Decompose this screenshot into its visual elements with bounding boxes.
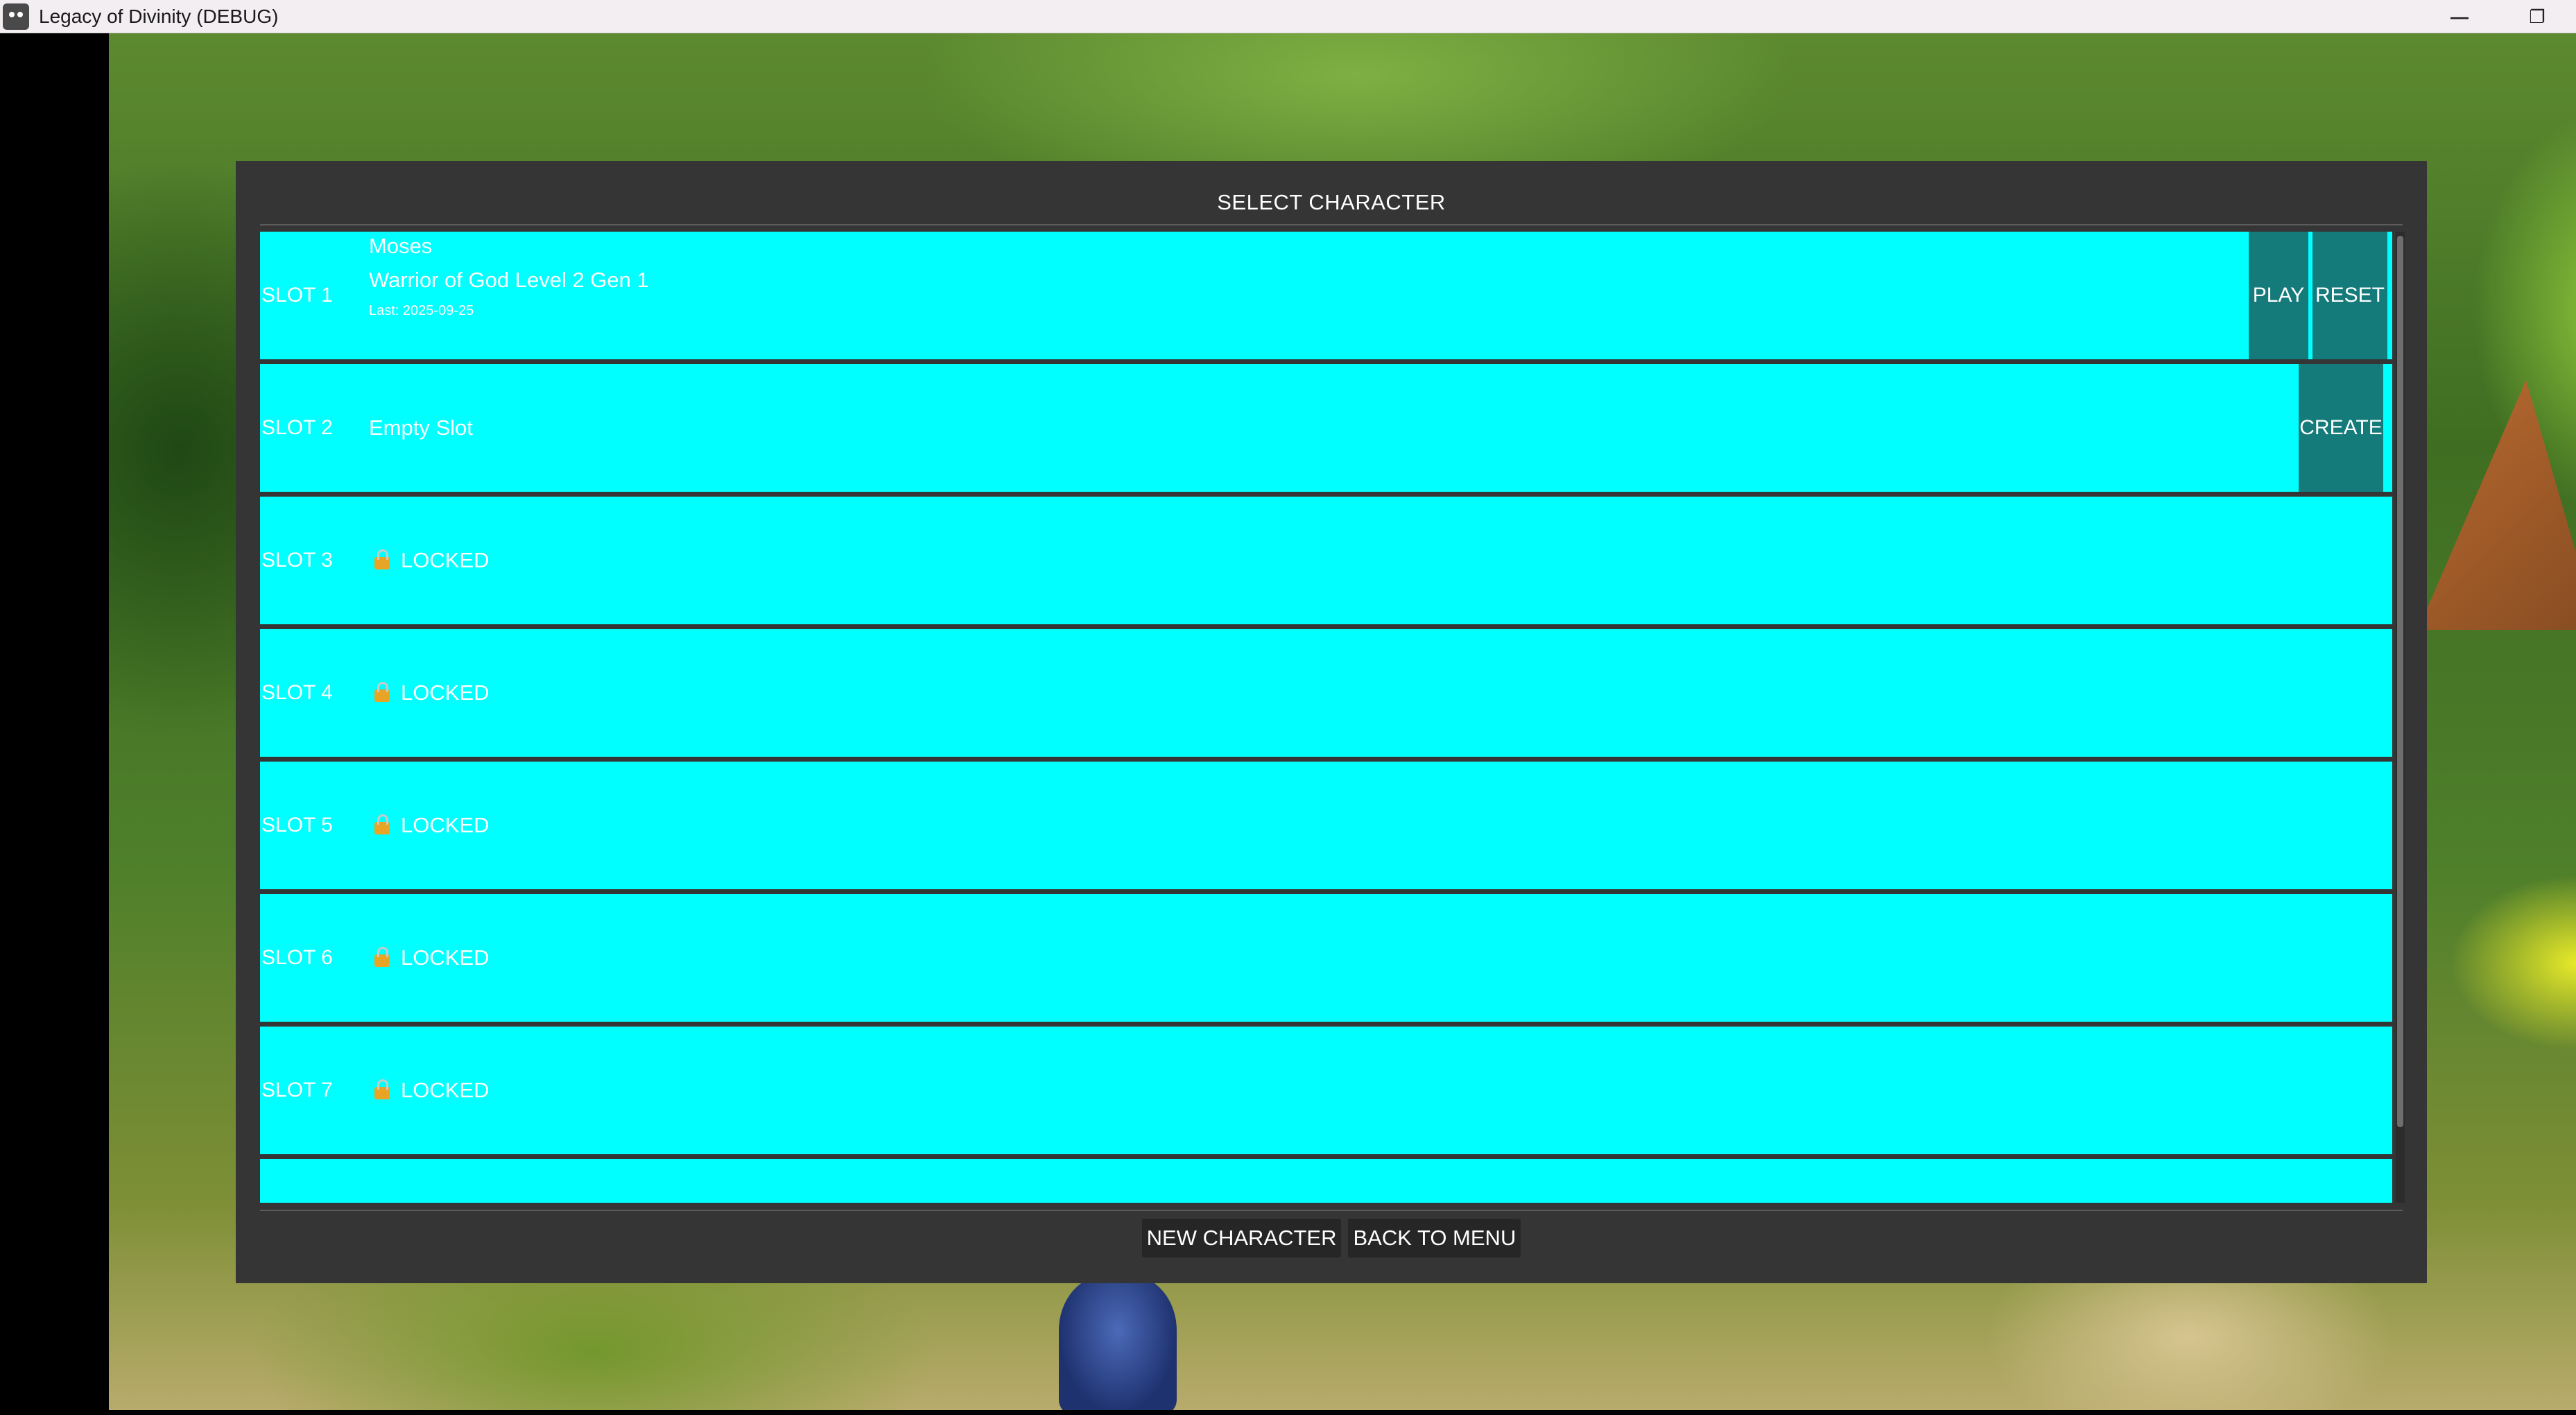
title-divider — [260, 224, 2403, 225]
window-title: Legacy of Divinity (DEBUG) — [39, 5, 279, 27]
slot-status: LOCKED — [369, 894, 489, 1022]
create-button[interactable]: CREATE — [2299, 364, 2383, 492]
slot-label: SLOT 1 — [261, 284, 333, 307]
locked-text: LOCKED — [401, 813, 490, 837]
reset-button[interactable]: RESET — [2313, 232, 2387, 359]
slot-status: LOCKED — [369, 497, 489, 624]
slot-status: Empty Slot — [369, 415, 473, 440]
slot-label: SLOT 6 — [261, 946, 333, 969]
slot-1[interactable]: SLOT 1 Moses Warrior of God Level 2 Gen … — [260, 232, 2392, 359]
window-controls: — ❐ — [2421, 0, 2576, 33]
scrollbar-thumb[interactable] — [2397, 236, 2403, 1127]
slot-label: SLOT 3 — [261, 549, 333, 572]
tent-scenery — [2418, 380, 2576, 630]
slot-label: SLOT 5 — [261, 814, 333, 837]
locked-text: LOCKED — [401, 945, 490, 970]
locked-text: LOCKED — [401, 548, 490, 572]
slot-list-scrollbar[interactable] — [2396, 232, 2405, 1203]
slot-status: LOCKED — [369, 762, 489, 889]
character-name: Moses — [369, 234, 433, 258]
lock-icon — [374, 549, 390, 569]
back-to-menu-button[interactable]: BACK TO MENU — [1348, 1219, 1521, 1258]
slot-label: SLOT 2 — [261, 416, 333, 439]
play-button[interactable]: PLAY — [2249, 232, 2308, 359]
last-played: Last: 2025-09-25 — [369, 303, 474, 318]
slot-4[interactable]: SLOT 4 LOCKED — [260, 629, 2392, 757]
slot-label: SLOT 7 — [261, 1079, 333, 1101]
slot-status: LOCKED — [369, 1027, 489, 1154]
character-class-level: Warrior of God Level 2 Gen 1 — [369, 268, 649, 292]
slot-list[interactable]: SLOT 1 Moses Warrior of God Level 2 Gen … — [260, 232, 2392, 1203]
app-icon — [3, 3, 29, 30]
lock-icon — [374, 682, 390, 702]
slot-status: LOCKED — [369, 629, 489, 757]
slot-2[interactable]: SLOT 2 Empty Slot CREATE — [260, 364, 2392, 492]
slot-7[interactable]: SLOT 7 LOCKED — [260, 1027, 2392, 1154]
slot-8-partial[interactable] — [260, 1159, 2392, 1203]
restore-button[interactable]: ❐ — [2498, 0, 2576, 33]
slot-5[interactable]: SLOT 5 LOCKED — [260, 762, 2392, 889]
lock-icon — [374, 1079, 390, 1099]
window-titlebar: Legacy of Divinity (DEBUG) — ❐ — [0, 0, 2576, 33]
panel-title: SELECT CHARACTER — [1217, 190, 1446, 214]
new-character-button[interactable]: NEW CHARACTER — [1141, 1219, 1342, 1258]
slot-label: SLOT 4 — [261, 681, 333, 704]
footer-divider — [260, 1210, 2403, 1211]
select-character-panel: SELECT CHARACTER SLOT 1 Moses Warrior of… — [236, 161, 2427, 1283]
locked-text: LOCKED — [401, 680, 490, 705]
lock-icon — [374, 814, 390, 834]
player-character-figure — [1059, 1275, 1177, 1410]
slot-3[interactable]: SLOT 3 LOCKED — [260, 497, 2392, 624]
lock-icon — [374, 947, 390, 967]
minimize-button[interactable]: — — [2421, 0, 2498, 33]
footer-actions: NEW CHARACTER BACK TO MENU — [236, 1219, 2427, 1258]
slot-6[interactable]: SLOT 6 LOCKED — [260, 894, 2392, 1022]
locked-text: LOCKED — [401, 1078, 490, 1102]
